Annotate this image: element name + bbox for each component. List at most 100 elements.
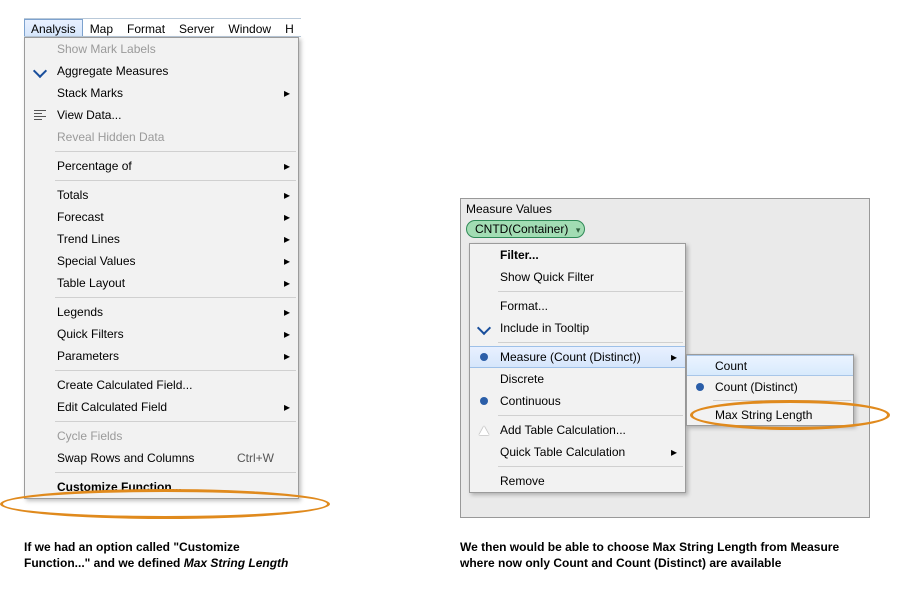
- submenu-arrow-icon: ▸: [280, 86, 290, 100]
- ctx-item-add-table-calculation[interactable]: Add Table Calculation...: [470, 419, 685, 441]
- ctx-item-discrete[interactable]: Discrete: [470, 368, 685, 390]
- analysis-item-edit-calculated-field[interactable]: Edit Calculated Field▸: [25, 396, 298, 418]
- analysis-item-totals[interactable]: Totals▸: [25, 184, 298, 206]
- menu-item-label: Max String Length: [713, 408, 835, 422]
- menu-item-label: View Data...: [55, 108, 280, 122]
- menubar-item-format[interactable]: Format: [120, 19, 172, 36]
- ctx-item-measure-count-distinct[interactable]: Measure (Count (Distinct))▸: [470, 346, 685, 368]
- analysis-item-customize-function[interactable]: Customize Function...: [25, 476, 298, 498]
- menu-item-label: Aggregate Measures: [55, 64, 280, 78]
- menu-item-label: Discrete: [498, 372, 667, 386]
- submenu-arrow-icon: ▸: [280, 305, 290, 319]
- submenu-arrow-icon: ▸: [280, 159, 290, 173]
- menu-item-label: Count: [713, 359, 835, 373]
- caption-right: We then would be able to choose Max Stri…: [460, 540, 850, 571]
- submenu-arrow-icon: ▸: [280, 349, 290, 363]
- submenu-arrow-icon: ▸: [667, 445, 677, 459]
- analysis-item-legends[interactable]: Legends▸: [25, 301, 298, 323]
- menu-item-label: Create Calculated Field...: [55, 378, 280, 392]
- menu-item-label: Include in Tooltip: [498, 321, 667, 335]
- ctx-item-remove[interactable]: Remove: [470, 470, 685, 492]
- check-icon: [470, 323, 498, 333]
- analysis-item-parameters[interactable]: Parameters▸: [25, 345, 298, 367]
- menu-separator: [55, 472, 296, 473]
- analysis-item-show-mark-labels: Show Mark Labels: [25, 38, 298, 60]
- analysis-item-trend-lines[interactable]: Trend Lines▸: [25, 228, 298, 250]
- menu-item-label: Totals: [55, 188, 280, 202]
- ctx-item-quick-table-calculation[interactable]: Quick Table Calculation▸: [470, 441, 685, 463]
- analysis-item-stack-marks[interactable]: Stack Marks▸: [25, 82, 298, 104]
- measure-sub-count-distinct[interactable]: Count (Distinct): [687, 376, 853, 397]
- pill-context-menu: Filter... Show Quick Filter Format... Inclu…: [469, 243, 686, 493]
- menu-item-label: Cycle Fields: [55, 429, 280, 443]
- menu-item-label: Remove: [498, 474, 667, 488]
- submenu-arrow-icon: ▸: [280, 254, 290, 268]
- menubar-item-map[interactable]: Map: [83, 19, 120, 36]
- menu-separator: [55, 370, 296, 371]
- analysis-item-create-calculated-field[interactable]: Create Calculated Field...: [25, 374, 298, 396]
- analysis-item-special-values[interactable]: Special Values▸: [25, 250, 298, 272]
- menu-item-label: Quick Table Calculation: [498, 445, 667, 459]
- menu-separator: [55, 180, 296, 181]
- menu-item-label: Parameters: [55, 349, 280, 363]
- ctx-item-format[interactable]: Format...: [470, 295, 685, 317]
- menu-item-label: Reveal Hidden Data: [55, 130, 280, 144]
- analysis-item-forecast[interactable]: Forecast▸: [25, 206, 298, 228]
- menubar-item-server[interactable]: Server: [172, 19, 221, 36]
- submenu-arrow-icon: ▸: [280, 232, 290, 246]
- analysis-item-quick-filters[interactable]: Quick Filters▸: [25, 323, 298, 345]
- analysis-item-aggregate-measures[interactable]: Aggregate Measures: [25, 60, 298, 82]
- measure-sub-count[interactable]: Count: [687, 355, 853, 376]
- menu-item-label: Trend Lines: [55, 232, 280, 246]
- menu-item-label: Swap Rows and Columns: [55, 451, 237, 465]
- analysis-item-swap-rows-and-columns[interactable]: Swap Rows and ColumnsCtrl+W: [25, 447, 298, 469]
- menu-item-label: Show Mark Labels: [55, 42, 280, 56]
- ctx-item-show-quick-filter[interactable]: Show Quick Filter: [470, 266, 685, 288]
- menu-item-label: Add Table Calculation...: [498, 423, 667, 437]
- menu-item-label: Format...: [498, 299, 667, 313]
- submenu-arrow-icon: ▸: [280, 400, 290, 414]
- measure-submenu: Count Count (Distinct) Max String Length: [686, 354, 854, 426]
- ctx-item-include-in-tooltip[interactable]: Include in Tooltip: [470, 317, 685, 339]
- submenu-arrow-icon: ▸: [280, 276, 290, 290]
- menu-separator: [498, 342, 683, 343]
- menu-item-label: Filter...: [498, 248, 667, 262]
- analysis-item-percentage-of[interactable]: Percentage of▸: [25, 155, 298, 177]
- measure-values-label: Measure Values: [466, 202, 552, 216]
- caption-left: If we had an option called "Customize Fu…: [24, 540, 304, 571]
- analysis-item-reveal-hidden-data: Reveal Hidden Data: [25, 126, 298, 148]
- ctx-item-filter[interactable]: Filter...: [470, 244, 685, 266]
- check-icon: [25, 66, 55, 76]
- menu-item-label: Quick Filters: [55, 327, 280, 341]
- analysis-item-cycle-fields: Cycle Fields: [25, 425, 298, 447]
- menu-item-label: Customize Function...: [55, 480, 280, 494]
- analysis-item-view-data[interactable]: View Data...: [25, 104, 298, 126]
- dot-solid-icon: [470, 397, 498, 405]
- menu-separator: [498, 466, 683, 467]
- submenu-arrow-icon: ▸: [280, 327, 290, 341]
- analysis-item-table-layout[interactable]: Table Layout▸: [25, 272, 298, 294]
- menu-item-label: Stack Marks: [55, 86, 280, 100]
- menubar-item-window[interactable]: Window: [221, 19, 278, 36]
- menu-item-label: Legends: [55, 305, 280, 319]
- menu-accelerator: Ctrl+W: [237, 451, 280, 465]
- submenu-arrow-icon: ▸: [280, 210, 290, 224]
- menubar-item-analysis[interactable]: Analysis: [24, 19, 83, 36]
- measure-sub-max-string-length[interactable]: Max String Length: [687, 404, 853, 425]
- menu-separator: [55, 297, 296, 298]
- menubar-item-help[interactable]: H: [278, 19, 301, 36]
- submenu-arrow-icon: ▸: [280, 188, 290, 202]
- triangle-icon: [470, 426, 498, 435]
- menu-item-label: Edit Calculated Field: [55, 400, 280, 414]
- menu-separator: [713, 400, 851, 401]
- menu-item-label: Forecast: [55, 210, 280, 224]
- measure-values-panel: Measure Values CNTD(Container) Filter...…: [460, 198, 870, 518]
- dot-solid-icon: [687, 383, 713, 391]
- ctx-item-continuous[interactable]: Continuous: [470, 390, 685, 412]
- data-bars-icon: [25, 110, 55, 120]
- menu-separator: [498, 415, 683, 416]
- pill-cntd-container[interactable]: CNTD(Container): [466, 220, 585, 238]
- menu-separator: [55, 421, 296, 422]
- menu-separator: [498, 291, 683, 292]
- menu-item-label: Measure (Count (Distinct)): [498, 350, 667, 364]
